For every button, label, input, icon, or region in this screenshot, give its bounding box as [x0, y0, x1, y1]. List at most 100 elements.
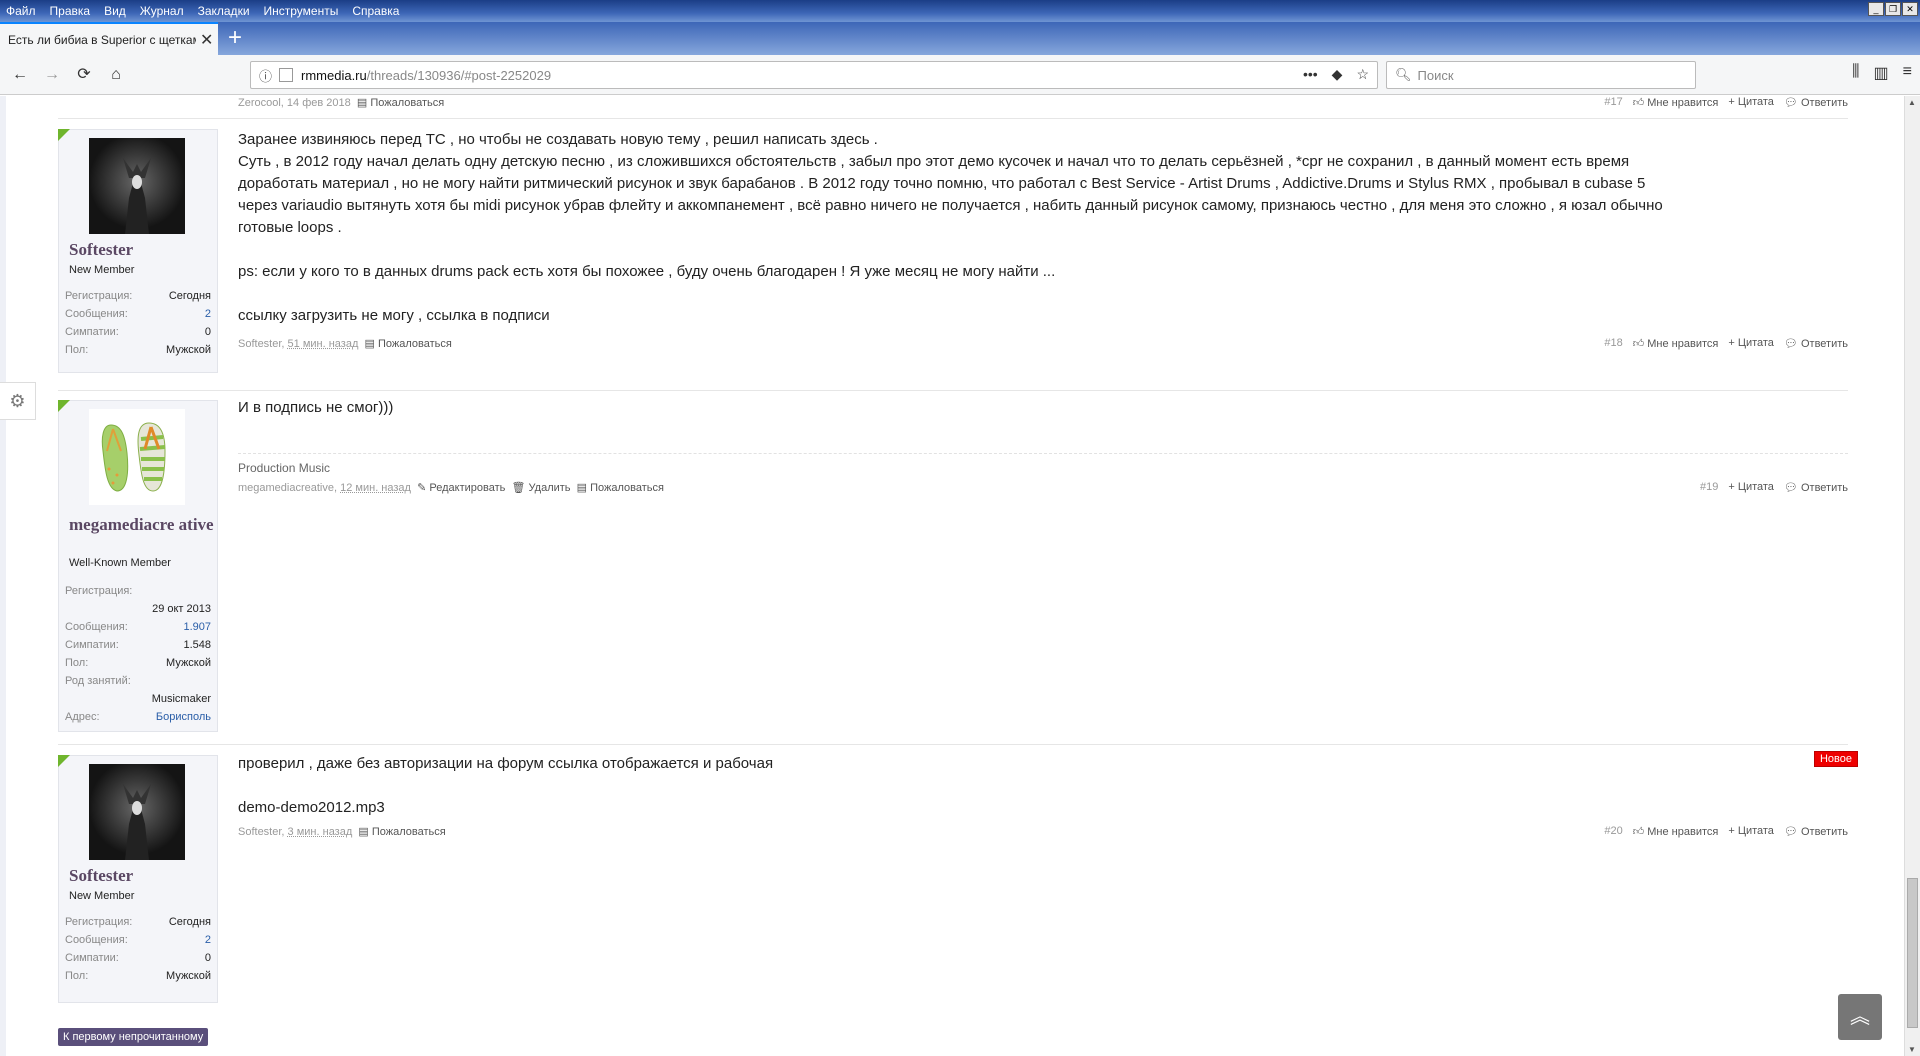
stat-row: 29 окт 2013 — [152, 603, 211, 615]
quote-link[interactable]: + Цитата — [1728, 481, 1774, 494]
post-author[interactable]: Softester — [238, 826, 281, 838]
bookmark-star-icon[interactable]: ☆ — [1356, 66, 1369, 83]
thumbs-up-icon: 👍︎ — [1632, 338, 1645, 350]
stat-row: Регистрация: — [65, 585, 133, 597]
url-bar[interactable]: ⓘ rmmedia.ru/threads/130936/#post-225202… — [250, 61, 1378, 89]
menu-history[interactable]: Журнал — [133, 0, 191, 22]
close-window-button[interactable]: ✕ — [1902, 2, 1918, 16]
post-time[interactable]: 51 мин. назад — [288, 338, 359, 350]
username[interactable]: Softester — [69, 867, 133, 884]
url-text[interactable]: rmmedia.ru/threads/130936/#post-2252029 — [301, 68, 551, 83]
scroll-up-icon[interactable]: ▲ — [1908, 98, 1916, 107]
post-19: megamediacre ative Well-Known Member Рег… — [58, 390, 1848, 740]
username[interactable]: Softester — [69, 241, 133, 258]
post-author[interactable]: Zerocool — [238, 97, 281, 109]
post-time[interactable]: 12 мин. назад — [340, 482, 411, 494]
avatar[interactable] — [89, 138, 185, 234]
post-number[interactable]: #20 — [1604, 825, 1622, 838]
page-actions-icon[interactable]: ••• — [1303, 66, 1318, 83]
reply-link[interactable]: 💬︎ Ответить — [1784, 481, 1848, 494]
post-author[interactable]: megamediacreative — [238, 482, 334, 494]
sidebar-icon[interactable]: ▥ — [1874, 63, 1889, 83]
scroll-to-top-icon[interactable]: ︽ — [1838, 994, 1882, 1040]
back-arrow-icon[interactable]: ← — [8, 63, 32, 87]
hamburger-menu-icon[interactable]: ≡ — [1903, 63, 1912, 83]
navigation-bar: ← → ⟳ ⌂ ⓘ rmmedia.ru/threads/130936/#pos… — [0, 55, 1920, 95]
tab-close-icon[interactable]: ✕ — [200, 30, 213, 50]
menu-bookmarks[interactable]: Закладки — [191, 0, 257, 22]
like-link[interactable]: 👍︎ Мне нравится — [1633, 337, 1719, 350]
reply-link[interactable]: 💬︎ Ответить — [1784, 337, 1848, 350]
post-18: Softester New Member Регистрация: Сегодня… — [58, 118, 1848, 376]
gear-icon[interactable]: ⚙ — [0, 382, 36, 420]
reply-link[interactable]: 💬︎ Ответить — [1784, 825, 1848, 838]
active-tab[interactable]: Есть ли бибиа в Superior с щетками т ✕ — [0, 22, 218, 55]
stat-row: Регистрация: Сегодня — [65, 290, 211, 302]
reply-link[interactable]: 💬︎ Ответить — [1784, 96, 1848, 109]
left-strip — [0, 96, 6, 1056]
report-link[interactable]: ▤ Пожаловаться — [365, 338, 452, 350]
report-link[interactable]: ▤ Пожаловаться — [358, 826, 445, 838]
pocket-icon[interactable]: ◆ — [1332, 66, 1343, 83]
post-time[interactable]: 3 мин. назад — [288, 826, 353, 838]
search-icon: 🔍︎ — [1395, 67, 1412, 82]
quote-link[interactable]: + Цитата — [1728, 825, 1774, 838]
menu-help[interactable]: Справка — [345, 0, 406, 22]
like-link[interactable]: 👍︎ Мне нравится — [1633, 96, 1719, 109]
book-icon: ▤ — [358, 826, 369, 838]
forward-arrow-icon[interactable]: → — [40, 63, 64, 87]
delete-link[interactable]: 🗑︎ Удалить — [512, 482, 571, 494]
post-author[interactable]: Softester — [238, 338, 281, 350]
first-unread-button[interactable]: К первому непрочитанному — [58, 1028, 209, 1046]
quote-link[interactable]: + Цитата — [1728, 337, 1774, 350]
post-number[interactable]: #17 — [1604, 96, 1622, 109]
book-icon: ▤ — [576, 482, 588, 494]
stat-row: Регистрация: Сегодня — [65, 916, 211, 928]
library-icon[interactable]: ⫼ — [1852, 63, 1859, 83]
thumbs-up-icon: 👍︎ — [1632, 826, 1645, 838]
search-bar[interactable]: 🔍︎ — [1386, 61, 1696, 89]
stat-row: Сообщения: 2 — [65, 308, 211, 320]
scroll-down-icon[interactable]: ▼ — [1908, 1045, 1916, 1054]
scrollbar-thumb[interactable] — [1907, 878, 1918, 1028]
like-link[interactable]: 👍︎ Мне нравится — [1633, 825, 1719, 838]
signature[interactable]: Production Music — [238, 461, 330, 475]
menu-edit[interactable]: Правка — [43, 0, 98, 22]
user-title: Well-Known Member — [69, 557, 171, 569]
post-number[interactable]: #19 — [1700, 481, 1718, 494]
report-link[interactable]: ▤ Пожаловаться — [577, 482, 664, 494]
post-footer: Softester, 51 мин. назад ▤ Пожаловаться … — [238, 337, 1848, 350]
reload-icon[interactable]: ⟳ — [72, 63, 96, 87]
stat-row: Пол: Мужской — [65, 657, 211, 669]
menu-file[interactable]: Файл — [0, 0, 43, 22]
menu-view[interactable]: Вид — [97, 0, 133, 22]
avatar[interactable] — [89, 764, 185, 860]
avatar[interactable] — [89, 409, 185, 505]
attachment-link[interactable]: demo-demo2012.mp3 — [238, 797, 1848, 819]
search-input[interactable] — [1417, 67, 1678, 83]
user-panel: Softester New Member Регистрация: Сегодня… — [58, 129, 218, 373]
home-icon[interactable]: ⌂ — [104, 63, 128, 87]
report-link[interactable]: ▤ Пожаловаться — [357, 97, 444, 109]
pencil-icon: ✎ — [417, 482, 427, 494]
stat-row: Симпатии: 0 — [65, 952, 211, 964]
username[interactable]: megamediacre ative — [69, 516, 214, 533]
stat-row: Сообщения: 2 — [65, 934, 211, 946]
edit-link[interactable]: ✎ Редактировать — [417, 482, 505, 494]
quote-link[interactable]: + Цитата — [1728, 96, 1774, 109]
post-20: Softester New Member Регистрация: Сегодня… — [58, 744, 1858, 1014]
minimize-button[interactable]: _ — [1868, 2, 1884, 16]
book-icon: ▤ — [356, 97, 368, 109]
user-panel: megamediacre ative Well-Known Member Рег… — [58, 400, 218, 732]
new-tab-button[interactable]: + — [228, 24, 242, 52]
thumbs-up-icon: 👍︎ — [1632, 97, 1645, 109]
menu-tools[interactable]: Инструменты — [257, 0, 346, 22]
user-panel: Softester New Member Регистрация: Сегодня… — [58, 755, 218, 1003]
info-icon[interactable]: ⓘ — [259, 66, 279, 85]
user-title: New Member — [69, 264, 135, 276]
restore-button[interactable]: ❐ — [1885, 2, 1901, 16]
post-number[interactable]: #18 — [1604, 337, 1622, 350]
user-stats: Регистрация: Сегодня Сообщения: 2 Симпатии… — [65, 916, 211, 988]
vertical-scrollbar[interactable]: ▲ ▼ — [1904, 96, 1920, 1056]
tab-bar: Есть ли бибиа в Superior с щетками т ✕ + — [0, 22, 1920, 55]
